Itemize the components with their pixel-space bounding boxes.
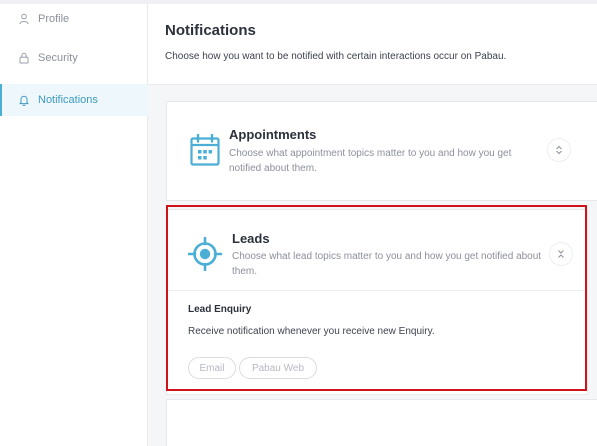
- calendar-icon: [190, 133, 220, 166]
- appointments-expand-button[interactable]: [547, 138, 571, 162]
- email-channel-toggle[interactable]: Email: [188, 357, 236, 379]
- bell-icon: [18, 94, 30, 106]
- leads-collapse-button[interactable]: [549, 242, 573, 266]
- sidebar-item-security[interactable]: Security: [0, 42, 147, 74]
- expand-icon: [554, 145, 564, 155]
- lead-enquiry-title: Lead Enquiry: [188, 304, 252, 315]
- appointments-title: Appointments: [229, 127, 317, 142]
- sidebar-item-label: Profile: [38, 13, 70, 25]
- leads-description: Choose what lead topics matter to you an…: [232, 251, 542, 277]
- page-header: Notifications Choose how you want to be …: [148, 4, 597, 85]
- leads-card[interactable]: Leads Choose what lead topics matter to …: [166, 209, 588, 395]
- page-subtitle: Choose how you want to be notified with …: [165, 51, 507, 62]
- target-icon: [187, 236, 223, 272]
- card-divider: [167, 290, 587, 291]
- notifications-settings-page: Profile Security Notifications Notificat…: [0, 0, 597, 446]
- lock-icon: [18, 52, 30, 64]
- main-content: Notifications Choose how you want to be …: [148, 4, 597, 446]
- sidebar-item-profile[interactable]: Profile: [0, 3, 147, 35]
- appointments-card[interactable]: Appointments Choose what appointment top…: [166, 101, 597, 201]
- user-icon: [18, 13, 30, 25]
- sidebar-item-notifications[interactable]: Notifications: [0, 84, 149, 116]
- lead-enquiry-description: Receive notification whenever you receiv…: [188, 326, 435, 337]
- collapse-icon: [556, 249, 566, 259]
- settings-sidebar: Profile Security Notifications: [0, 3, 149, 446]
- sidebar-item-label: Notifications: [38, 94, 98, 106]
- page-title: Notifications: [165, 22, 256, 39]
- sidebar-item-label: Security: [38, 52, 78, 64]
- appointments-description: Choose what appointment topics matter to…: [229, 148, 512, 174]
- next-card: [166, 399, 597, 446]
- pabau-web-channel-toggle[interactable]: Pabau Web: [239, 357, 317, 379]
- leads-title: Leads: [232, 231, 270, 246]
